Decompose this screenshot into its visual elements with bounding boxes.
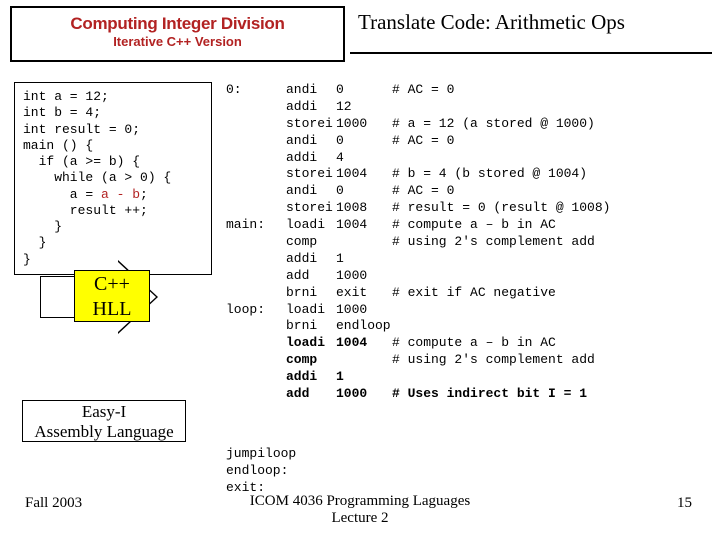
asm-r15-arg: endloop <box>336 318 392 335</box>
asm-r9-cmt: # compute a – b in AC <box>392 217 556 232</box>
asm-r11-arg: 1 <box>336 251 392 268</box>
cpp-l10: } <box>23 235 46 250</box>
cpp-l9: } <box>23 219 62 234</box>
cpp-l7c: ; <box>140 187 148 202</box>
asm-r19-op: add <box>286 386 336 403</box>
title-right: Translate Code: Arithmetic Ops <box>358 10 625 35</box>
asm-r8-cmt: # result = 0 (result @ 1008) <box>392 200 610 215</box>
cpp-code-box: int a = 12; int b = 4; int result = 0; m… <box>14 82 212 275</box>
asm-r9-arg: 1004 <box>336 217 392 234</box>
asm-r4-cmt: # AC = 0 <box>392 133 454 148</box>
asm-r2-arg: 12 <box>336 99 392 116</box>
asm-r9-op: loadi <box>286 217 336 234</box>
easy-2: Assembly Language <box>23 422 185 442</box>
asm-r15-op: brni <box>286 318 336 335</box>
asm-r16-cmt: # compute a – b in AC <box>392 335 556 350</box>
asm-r16-op: loadi <box>286 335 336 352</box>
asm-r1-cmt: # AC = 0 <box>392 82 454 97</box>
asm-r8-op: storei <box>286 200 336 217</box>
asm-r3-op: storei <box>286 116 336 133</box>
asm-r4-op: andi <box>286 133 336 150</box>
asm-r13-arg: exit <box>336 285 392 302</box>
asm-r9-lbl: main: <box>226 217 286 234</box>
easy-i-box: Easy-I Assembly Language <box>22 400 186 442</box>
asm-r17-op: comp <box>286 352 336 369</box>
footer-center-2: Lecture 2 <box>331 510 388 526</box>
asm-r10-cmt: # using 2's complement add <box>392 234 595 249</box>
asm-r7-op: andi <box>286 183 336 200</box>
easy-1: Easy-I <box>23 402 185 422</box>
asm-r19-cmt: # Uses indirect bit I = 1 <box>392 386 587 401</box>
asm-r17-cmt: # using 2's complement add <box>392 352 595 367</box>
cpp-l5: if (a >= b) { <box>23 154 140 169</box>
cpp-l6: while (a > 0) { <box>23 170 171 185</box>
asm-r2-op: addi <box>286 99 336 116</box>
asm-r4-arg: 0 <box>336 133 392 150</box>
asm-r10-op: comp <box>286 234 336 251</box>
asm-r1-lbl: 0: <box>226 82 286 99</box>
asm-r19-arg: 1000 <box>336 386 392 403</box>
asm-listing: 0:andi0# AC = 0 addi12 storei1000# a = 1… <box>226 82 610 403</box>
asm-r13-op: brni <box>286 285 336 302</box>
footer-center-1: ICOM 4036 Programming Laguages <box>250 493 470 509</box>
asm-r6-cmt: # b = 4 (b stored @ 1004) <box>392 166 587 181</box>
cpp-hll-1: C++ <box>75 272 149 297</box>
cpp-l8: result ++; <box>23 203 148 218</box>
cpp-l7r: a - b <box>101 187 140 202</box>
asmb-r1-op: jumpi <box>226 446 265 461</box>
asmb-r1-arg: loop <box>265 446 296 461</box>
asm-r14-op: loadi <box>286 302 336 319</box>
asm-r13-cmt: # exit if AC negative <box>392 285 556 300</box>
asm-r8-arg: 1008 <box>336 200 392 217</box>
cpp-hll-label: C++ HLL <box>74 270 150 322</box>
asm-bottom: jumpiloop endloop: exit: <box>226 446 296 497</box>
asm-r14-arg: 1000 <box>336 302 392 319</box>
header-left-box: Computing Integer Division Iterative C++… <box>10 6 345 62</box>
title-left: Computing Integer Division <box>12 14 343 34</box>
asm-r18-arg: 1 <box>336 369 392 386</box>
asm-r7-arg: 0 <box>336 183 392 200</box>
asm-r11-op: addi <box>286 251 336 268</box>
asm-r18-op: addi <box>286 369 336 386</box>
cpp-l3: int result = 0; <box>23 122 140 137</box>
asm-r5-op: addi <box>286 150 336 167</box>
asm-r6-op: storei <box>286 166 336 183</box>
asm-r7-cmt: # AC = 0 <box>392 183 454 198</box>
cpp-l1: int a = 12; <box>23 89 109 104</box>
asm-r12-arg: 1000 <box>336 268 392 285</box>
asm-r3-arg: 1000 <box>336 116 392 133</box>
asmb-r2-lbl: endloop: <box>226 463 288 478</box>
asm-r5-arg: 4 <box>336 150 392 167</box>
cpp-l2: int b = 4; <box>23 105 101 120</box>
asm-r3-cmt: # a = 12 (a stored @ 1000) <box>392 116 595 131</box>
subtitle-left: Iterative C++ Version <box>12 34 343 49</box>
footer-center: ICOM 4036 Programming Laguages Lecture 2 <box>0 493 720 527</box>
footer-right: 15 <box>677 495 692 512</box>
cpp-l7a: a = <box>23 187 101 202</box>
asm-r16-arg: 1004 <box>336 335 392 352</box>
asm-r1-op: andi <box>286 82 336 99</box>
cpp-hll-2: HLL <box>75 297 149 322</box>
cpp-l4: main () { <box>23 138 93 153</box>
header-divider <box>350 52 712 54</box>
asm-r12-op: add <box>286 268 336 285</box>
asm-r14-lbl: loop: <box>226 302 286 319</box>
asm-r1-arg: 0 <box>336 82 392 99</box>
asm-r6-arg: 1004 <box>336 166 392 183</box>
